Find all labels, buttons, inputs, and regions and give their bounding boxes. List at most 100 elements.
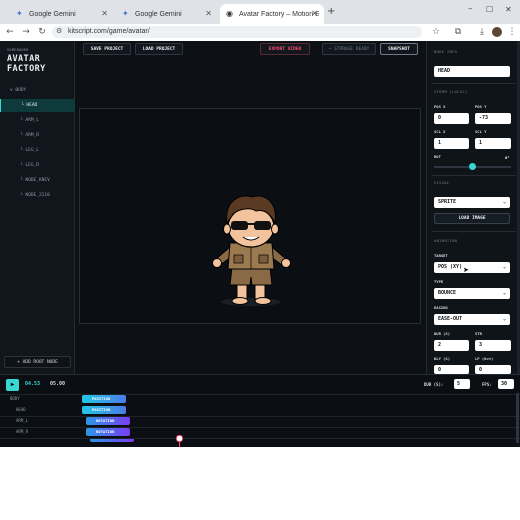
track-label-arm-l: ARM_L (16, 418, 29, 423)
tab-avatar-factory[interactable]: ◉ Avatar Factory – Motion Editor ✕ (220, 4, 324, 24)
browser-toolbar: ← → ↻ ⚙ kitscript.com/game/avatar/ ☆ ⧉ ⤓… (0, 24, 520, 40)
forward-icon[interactable]: → (20, 26, 32, 38)
playhead-handle[interactable] (176, 435, 183, 442)
tree-node[interactable]: └ ARM_R (0, 129, 75, 142)
profile-avatar[interactable] (492, 27, 502, 37)
back-icon[interactable]: ← (4, 26, 16, 38)
tree-node[interactable]: ∨ BODY (0, 84, 75, 97)
strength-field[interactable]: 3 (475, 340, 511, 351)
rotation-slider-thumb[interactable] (469, 163, 476, 170)
node-info-heading: NODE INFO (434, 49, 458, 54)
dly-label: DLY (S) (434, 356, 451, 361)
tree-node[interactable]: └ ARM_L (0, 114, 75, 127)
avatar-factory-app: SOMEBODER AVATAR FACTORY ∨ BODY └ HEAD └ A… (0, 41, 520, 447)
blank-area (0, 447, 520, 520)
tab-search-icon[interactable] (10, 6, 18, 16)
export-video-button[interactable]: EXPORT VIDEO (260, 43, 310, 55)
pos-x-label: POS X (434, 104, 446, 109)
load-project-button[interactable]: LOAD PROJECT (135, 43, 183, 55)
delay-field[interactable]: 0 (434, 365, 469, 374)
load-image-button[interactable]: LOAD IMAGE (434, 213, 510, 224)
timeline-scrollbar[interactable] (516, 393, 519, 443)
visual-heading: VISUAL (434, 180, 450, 185)
address-bar[interactable]: ⚙ kitscript.com/game/avatar/ (52, 26, 422, 38)
track-label-head: HEAD (16, 407, 26, 412)
lp-label: LP (0=∞) (475, 356, 494, 361)
site-globe-icon: ◉ (226, 9, 233, 18)
loop-field[interactable]: 0 (475, 365, 511, 374)
tab-google-gemini-2[interactable]: ✦ Google Gemini ✕ (116, 4, 218, 24)
easing-select[interactable]: EASE-OUT ⌄ (434, 314, 510, 325)
type-select[interactable]: BOUNCE ⌄ (434, 288, 510, 299)
pos-x-field[interactable]: 0 (434, 113, 469, 124)
scl-y-field[interactable]: 1 (475, 138, 511, 149)
site-info-icon[interactable]: ⚙ (56, 26, 62, 38)
rot-label: ROT (434, 154, 441, 159)
scl-x-field[interactable]: 1 (434, 138, 469, 149)
tab-title: Google Gemini (135, 10, 182, 18)
download-icon[interactable]: ⤓ (476, 26, 488, 38)
storage-status: • STORAGE READY (322, 43, 376, 55)
target-label: TARGET (434, 253, 448, 258)
tree-node[interactable]: └ NODE_2110 (0, 189, 75, 202)
minimize-button[interactable]: – (468, 4, 473, 14)
gemini-sparkle-icon: ✦ (122, 9, 129, 18)
tab-title: Google Gemini (29, 10, 76, 18)
close-tab-icon[interactable]: ✕ (205, 9, 212, 18)
animation-heading: ANIMATION (434, 238, 458, 243)
mouse-cursor-icon: ➤ (463, 266, 469, 274)
tab-google-gemini-1[interactable]: ✦ Google Gemini ✕ (10, 4, 114, 24)
tree-node[interactable]: └ LEG_L (0, 144, 75, 157)
str-label: STR (475, 331, 482, 336)
save-project-button[interactable]: SAVE PROJECT (83, 43, 131, 55)
timeline-clip-position[interactable]: POSITION (82, 395, 126, 403)
visual-type-select[interactable]: SPRITE ⌄ (434, 197, 510, 208)
close-tab-icon[interactable]: ✕ (101, 9, 108, 18)
track-label-arm-r: ARM_R (16, 429, 29, 434)
target-select[interactable]: POS (XY) ⌄ (434, 262, 510, 273)
play-icon[interactable]: ▶ (6, 379, 19, 391)
easing-label: EASING (434, 305, 448, 310)
tree-node[interactable]: └ LEG_R (0, 159, 75, 172)
divider (432, 231, 516, 232)
url-text: kitscript.com/game/avatar/ (68, 28, 150, 35)
extensions-icon[interactable]: ⧉ (452, 26, 464, 38)
tree-node[interactable]: └ HEAD (0, 99, 75, 112)
editor-toolbar: SAVE PROJECT LOAD PROJECT EXPORT VIDEO •… (76, 41, 425, 57)
divider (0, 394, 520, 395)
timeline-panel: ▶ 04.53 05.00 DUR (S): 5 FPS: 30 BODY HE… (0, 374, 520, 447)
maximize-button[interactable]: ☐ (486, 5, 493, 14)
node-tree-panel: SOMEBODER AVATAR FACTORY ∨ BODY └ HEAD └ A… (0, 41, 75, 374)
node-name-field[interactable]: HEAD (434, 66, 510, 77)
easing-value: EASE-OUT (438, 316, 463, 322)
divider (432, 83, 516, 84)
brand-subtitle: SOMEBODER (7, 48, 29, 52)
scl-y-label: SCL Y (475, 129, 487, 134)
track-label-body: BODY (10, 396, 20, 401)
new-tab-button[interactable]: + (327, 6, 335, 17)
snapshot-button[interactable]: SNAPSHOT (380, 43, 418, 55)
timeline-clip-rotation[interactable]: ROTATION (86, 428, 130, 436)
pos-y-field[interactable]: -73 (475, 113, 511, 124)
more-menu-icon[interactable]: ⋮ (506, 26, 518, 38)
close-tab-icon[interactable]: ✕ (311, 9, 318, 18)
total-time: 05.00 (50, 381, 66, 387)
divider (0, 416, 520, 417)
duration-field[interactable]: 2 (434, 340, 469, 351)
add-root-node-button[interactable]: + ADD ROOT NODE (4, 356, 71, 368)
brand-title: AVATAR FACTORY (7, 54, 46, 74)
fps-field[interactable]: 30 (498, 379, 514, 389)
timeline-duration-field[interactable]: 5 (454, 379, 470, 389)
tree-node[interactable]: └ NODE_KNEV (0, 174, 75, 187)
stage-canvas[interactable] (79, 108, 421, 324)
browser-tab-strip: ✦ Google Gemini ✕ ✦ Google Gemini ✕ ◉ Av… (0, 0, 520, 24)
close-window-button[interactable]: ✕ (505, 5, 512, 14)
bookmark-star-icon[interactable]: ☆ (430, 26, 442, 38)
divider (0, 427, 520, 428)
reload-icon[interactable]: ↻ (36, 26, 48, 38)
timeline-clip-rotation[interactable]: ROTATION (86, 417, 130, 425)
pos-y-label: POS Y (475, 104, 487, 109)
chevron-down-icon: ⌄ (502, 316, 506, 322)
timeline-clip-position[interactable]: POSITION (82, 406, 126, 414)
fps-label: FPS: (482, 382, 492, 387)
